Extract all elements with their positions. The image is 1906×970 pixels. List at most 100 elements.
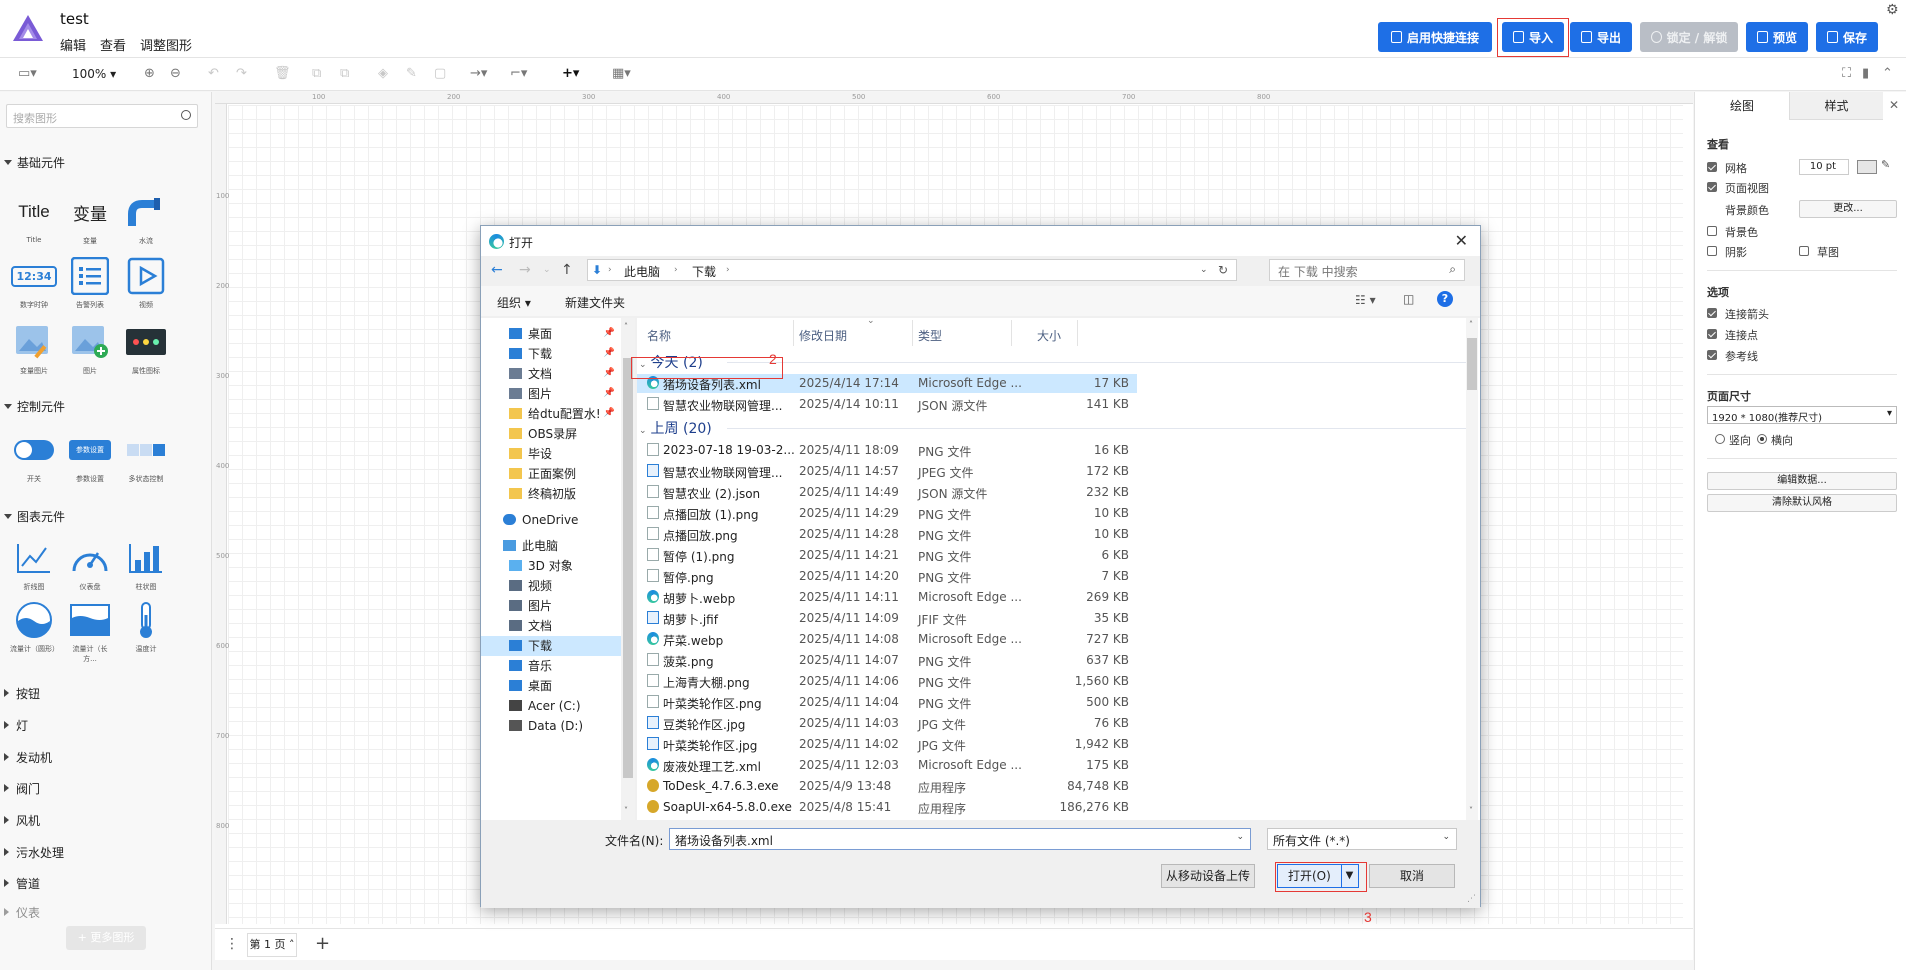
shape-switch[interactable]: 开关: [10, 430, 58, 484]
quick-connect-button[interactable]: 启用快捷连接: [1378, 22, 1492, 52]
sketch-checkbox[interactable]: [1799, 246, 1809, 256]
nav-item[interactable]: Data (D:): [509, 716, 583, 736]
collapse-icon[interactable]: ⌃: [1882, 67, 1893, 81]
organize-menu[interactable]: 组织 ▾: [497, 294, 531, 311]
file-row[interactable]: 芹菜.webp 2025/4/11 14:08 Microsoft Edge ...…: [637, 630, 1137, 649]
file-row[interactable]: 智慧农业物联网管理... 2025/4/11 14:57 JPEG 文件 172 KB: [637, 462, 1137, 481]
section-chart[interactable]: 图表元件: [4, 508, 65, 525]
nav-item-onedrive[interactable]: OneDrive: [503, 510, 578, 530]
more-shapes-button[interactable]: + 更多图形: [66, 926, 146, 950]
nav-item[interactable]: 终稿初版: [509, 484, 576, 504]
save-button[interactable]: 保存: [1816, 22, 1878, 52]
file-row[interactable]: 豆类轮作区.jpg 2025/4/11 14:03 JPG 文件 76 KB: [637, 714, 1137, 733]
close-icon[interactable]: ✕: [1889, 98, 1899, 112]
change-bg-button[interactable]: 更改...: [1799, 200, 1897, 218]
refresh-icon[interactable]: ↻: [1218, 263, 1228, 277]
shape-multistate[interactable]: 多状态控制: [122, 430, 170, 484]
pin-icon[interactable]: 📌: [604, 388, 615, 398]
pages-menu-icon[interactable]: ⋮: [225, 936, 239, 952]
nav-item[interactable]: 正面案例: [509, 464, 576, 484]
waypoint-icon[interactable]: ⌐▾: [510, 67, 527, 81]
undo-icon[interactable]: ↶: [208, 67, 219, 81]
file-row[interactable]: 胡萝卜.webp 2025/4/11 14:11 Microsoft Edge ..…: [637, 588, 1137, 607]
shadow-icon[interactable]: ▢: [434, 67, 446, 81]
background-checkbox[interactable]: [1707, 226, 1717, 236]
line-color-icon[interactable]: ✎: [406, 67, 417, 81]
shape-alarm-list[interactable]: 告警列表: [66, 256, 114, 310]
file-row[interactable]: 智慧农业物联网管理... 2025/4/14 10:11 JSON 源文件 141 K…: [637, 395, 1137, 414]
help-icon[interactable]: ?: [1437, 291, 1453, 307]
group-header[interactable]: ⌄ 上周 (20): [639, 418, 712, 438]
recent-chevron-icon[interactable]: ⌄: [543, 265, 551, 275]
file-row[interactable]: ToDesk_4.7.6.3.exe 2025/4/9 13:48 应用程序 84,7…: [637, 777, 1137, 796]
tab-draw[interactable]: 绘图: [1695, 92, 1789, 120]
section-valve[interactable]: 阀门: [4, 780, 40, 797]
nav-item[interactable]: 音乐: [509, 656, 552, 676]
connection-style-icon[interactable]: →▾: [470, 67, 487, 81]
filename-input[interactable]: 猪场设备列表.xml ⌄: [669, 828, 1251, 850]
scroll-up-icon[interactable]: ˄: [624, 322, 628, 331]
clear-default-style-button[interactable]: 清除默认风格: [1707, 494, 1897, 512]
preview-button[interactable]: 预览: [1746, 22, 1808, 52]
shape-attribute-icon[interactable]: 属性图标: [122, 322, 170, 376]
shape-bar-chart[interactable]: 柱状图: [122, 538, 170, 592]
grid-color-swatch[interactable]: [1857, 160, 1877, 174]
nav-item[interactable]: 文档: [509, 364, 552, 384]
column-size[interactable]: 大小: [1037, 327, 1061, 344]
file-row[interactable]: 叶菜类轮作区.jpg 2025/4/11 14:02 JPG 文件 1,942 KB: [637, 735, 1137, 754]
address-bar[interactable]: ⬇ › 此电脑 › 下载 › ⌄ ↻: [587, 259, 1237, 281]
export-button[interactable]: 导出: [1570, 22, 1632, 52]
lock-unlock-button[interactable]: 锁定 / 解锁: [1640, 22, 1738, 52]
forward-icon[interactable]: →: [519, 262, 531, 278]
file-row[interactable]: 智慧农业 (2).json 2025/4/11 14:49 JSON 源文件 232 …: [637, 483, 1137, 502]
add-page-icon[interactable]: +: [315, 933, 330, 954]
nav-scrollbar[interactable]: ˄ ˅: [621, 318, 635, 820]
file-row[interactable]: 上海青大棚.png 2025/4/11 14:06 PNG 文件 1,560 KB: [637, 672, 1137, 691]
section-lights[interactable]: 灯: [4, 717, 28, 734]
guides-checkbox[interactable]: [1707, 350, 1717, 360]
back-icon[interactable]: ←: [491, 262, 503, 278]
breadcrumb-pc[interactable]: 此电脑: [624, 263, 660, 280]
new-folder-button[interactable]: 新建文件夹: [565, 294, 625, 311]
fullscreen-icon[interactable]: ⛶: [1842, 67, 1851, 81]
file-row[interactable]: 暂停.png 2025/4/11 14:20 PNG 文件 7 KB: [637, 567, 1137, 586]
insert-icon[interactable]: +▾: [562, 67, 579, 81]
shape-gauge[interactable]: 仪表盘: [66, 538, 114, 592]
section-buttons[interactable]: 按钮: [4, 685, 40, 702]
pin-icon[interactable]: 📌: [604, 368, 615, 378]
nav-item[interactable]: 下载: [481, 636, 621, 656]
cancel-button[interactable]: 取消: [1369, 864, 1455, 888]
filetype-select[interactable]: 所有文件 (*.*) ⌄: [1267, 828, 1457, 850]
zoom-select[interactable]: 100% ▾: [72, 67, 116, 81]
column-name[interactable]: 名称: [647, 327, 671, 344]
shape-flowmeter-round[interactable]: 流量计（圆形）: [10, 600, 59, 654]
resize-grip-icon[interactable]: ⋰: [1467, 894, 1476, 904]
shape-flowmeter-rect[interactable]: 流量计（长方...: [66, 600, 114, 664]
preview-pane-icon[interactable]: ◫: [1403, 292, 1414, 306]
section-fan[interactable]: 风机: [4, 812, 40, 829]
chevron-down-icon[interactable]: ⌄: [1236, 832, 1244, 842]
to-front-icon[interactable]: ⧉: [312, 67, 321, 81]
nav-item[interactable]: OBS录屏: [509, 424, 577, 444]
nav-item[interactable]: 给dtu配置水!: [509, 404, 601, 424]
scroll-up-icon[interactable]: ˄: [1469, 320, 1473, 329]
redo-icon[interactable]: ↷: [236, 67, 247, 81]
shape-thermometer[interactable]: 温度计: [122, 600, 170, 654]
connection-arrows-checkbox[interactable]: [1707, 308, 1717, 318]
nav-item[interactable]: Acer (C:): [509, 696, 581, 716]
file-row[interactable]: 点播回放 (1).png 2025/4/11 14:29 PNG 文件 10 KB: [637, 504, 1137, 523]
file-scrollbar[interactable]: ˄ ˅: [1466, 318, 1478, 820]
shape-image[interactable]: 图片: [66, 322, 114, 376]
section-control[interactable]: 控制元件: [4, 398, 65, 415]
edit-data-button[interactable]: 编辑数据...: [1707, 472, 1897, 490]
grid-checkbox[interactable]: [1707, 162, 1717, 172]
menu-arrange[interactable]: 调整图形: [140, 35, 192, 54]
file-row[interactable]: 菠菜.png 2025/4/11 14:07 PNG 文件 637 KB: [637, 651, 1137, 670]
zoom-out-icon[interactable]: ⊖: [170, 67, 181, 81]
fill-color-icon[interactable]: ◈: [378, 67, 388, 81]
shape-video[interactable]: 视频: [122, 256, 170, 310]
shape-param-setting[interactable]: 参数设置 参数设置: [66, 430, 114, 484]
view-options-icon[interactable]: ☷ ▾: [1355, 293, 1376, 307]
zoom-in-icon[interactable]: ⊕: [144, 67, 155, 81]
scroll-down-icon[interactable]: ˅: [624, 806, 628, 815]
